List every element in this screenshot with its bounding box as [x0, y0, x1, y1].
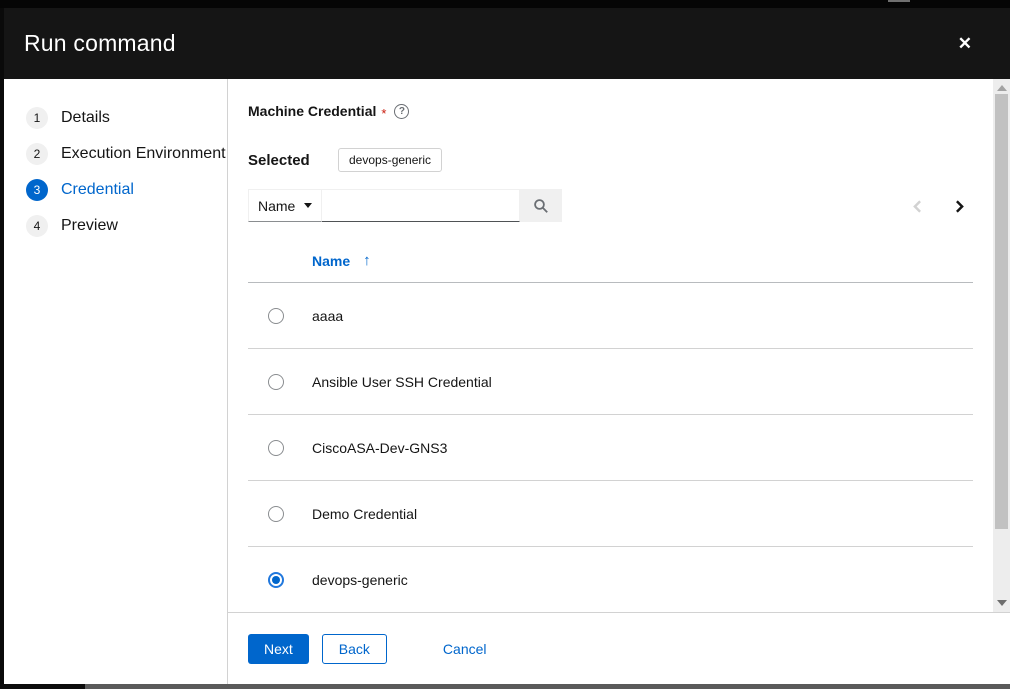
cancel-button[interactable]: Cancel [443, 641, 487, 657]
step-label: Credential [61, 181, 134, 199]
name-column-label: Name [312, 253, 350, 269]
backdrop-bottom-strip [0, 684, 1010, 689]
radio-cell [248, 440, 312, 456]
credential-radio[interactable] [268, 506, 284, 522]
machine-credential-label: Machine Credential [248, 103, 376, 119]
run-command-wizard-modal: Run command ✕ 1 Details 2 Execution Envi… [4, 8, 1010, 684]
next-page-button[interactable] [945, 192, 973, 220]
credential-row[interactable]: Demo Credential [248, 481, 973, 547]
credential-row[interactable]: devops-generic [248, 547, 973, 612]
table-header-row: Name ↑ [248, 239, 973, 283]
modal-header: Run command ✕ [4, 8, 1010, 79]
credential-row[interactable]: Ansible User SSH Credential [248, 349, 973, 415]
credential-name: CiscoASA-Dev-GNS3 [312, 440, 447, 456]
backdrop-bottom-left-block [0, 684, 85, 689]
credential-step-content: Machine Credential * ? Selected devops-g… [228, 79, 1010, 612]
wizard-step[interactable]: 3 Credential [4, 172, 227, 208]
scroll-up-arrow-icon[interactable] [997, 85, 1007, 91]
required-marker: * [381, 106, 386, 121]
step-label: Details [61, 109, 110, 127]
wizard-step[interactable]: 1 Details [4, 100, 227, 136]
radio-cell [248, 374, 312, 390]
radio-cell [248, 308, 312, 324]
next-button[interactable]: Next [248, 634, 309, 664]
step-number-badge: 1 [26, 107, 48, 129]
filter-key-dropdown[interactable]: Name [248, 189, 322, 222]
step-number-badge: 2 [26, 143, 48, 165]
radio-cell [248, 572, 312, 588]
angle-left-icon [912, 200, 923, 213]
previous-page-button[interactable] [903, 192, 931, 220]
selected-label: Selected [248, 152, 338, 169]
credentials-table: Name ↑ aaaa [248, 239, 973, 612]
wizard-main-pane: Machine Credential * ? Selected devops-g… [228, 79, 1010, 684]
credential-row[interactable]: CiscoASA-Dev-GNS3 [248, 415, 973, 481]
angle-right-icon [954, 200, 965, 213]
close-icon[interactable]: ✕ [958, 35, 972, 52]
credential-name: Ansible User SSH Credential [312, 374, 492, 390]
backdrop-top-strip [0, 0, 1010, 8]
search-input[interactable] [322, 189, 520, 222]
step-label: Execution Environment [61, 145, 226, 163]
filter-key-label: Name [258, 198, 295, 214]
back-button[interactable]: Back [322, 634, 387, 664]
wizard-footer: Next Back Cancel [228, 612, 1010, 684]
modal-title: Run command [24, 30, 176, 57]
credential-radio[interactable] [268, 374, 284, 390]
pagination [889, 189, 973, 223]
name-column-header[interactable]: Name ↑ [312, 252, 371, 269]
modal-body: 1 Details 2 Execution Environment 3 Cred… [4, 79, 1010, 684]
scrollbar-thumb[interactable] [995, 94, 1008, 529]
list-toolbar: Name [248, 189, 973, 223]
backdrop-page-fragment [888, 0, 910, 2]
search-icon [533, 198, 549, 214]
sort-ascending-icon: ↑ [363, 252, 371, 269]
credential-radio[interactable] [268, 308, 284, 324]
credential-radio[interactable] [268, 572, 284, 588]
wizard-step-nav: 1 Details 2 Execution Environment 3 Cred… [4, 79, 228, 684]
wizard-step[interactable]: 4 Preview [4, 208, 227, 244]
field-label-row: Machine Credential * ? [248, 103, 973, 119]
credential-name: devops-generic [312, 572, 408, 588]
screen: Run command ✕ 1 Details 2 Execution Envi… [0, 0, 1010, 689]
caret-down-icon [304, 203, 312, 208]
step-number-badge: 3 [26, 179, 48, 201]
scrollbar[interactable] [993, 79, 1010, 612]
selected-credential-chip[interactable]: devops-generic [338, 148, 442, 172]
selected-row: Selected devops-generic [248, 148, 973, 172]
credential-name: Demo Credential [312, 506, 417, 522]
table-body: aaaa Ansible User SSH Credential [248, 283, 973, 612]
credential-radio[interactable] [268, 440, 284, 456]
scroll-down-arrow-icon[interactable] [997, 600, 1007, 606]
wizard-step[interactable]: 2 Execution Environment [4, 136, 227, 172]
credential-row[interactable]: aaaa [248, 283, 973, 349]
step-label: Preview [61, 217, 118, 235]
step-number-badge: 4 [26, 215, 48, 237]
credential-name: aaaa [312, 308, 343, 324]
help-icon[interactable]: ? [394, 104, 409, 119]
radio-cell [248, 506, 312, 522]
search-button[interactable] [520, 189, 562, 222]
